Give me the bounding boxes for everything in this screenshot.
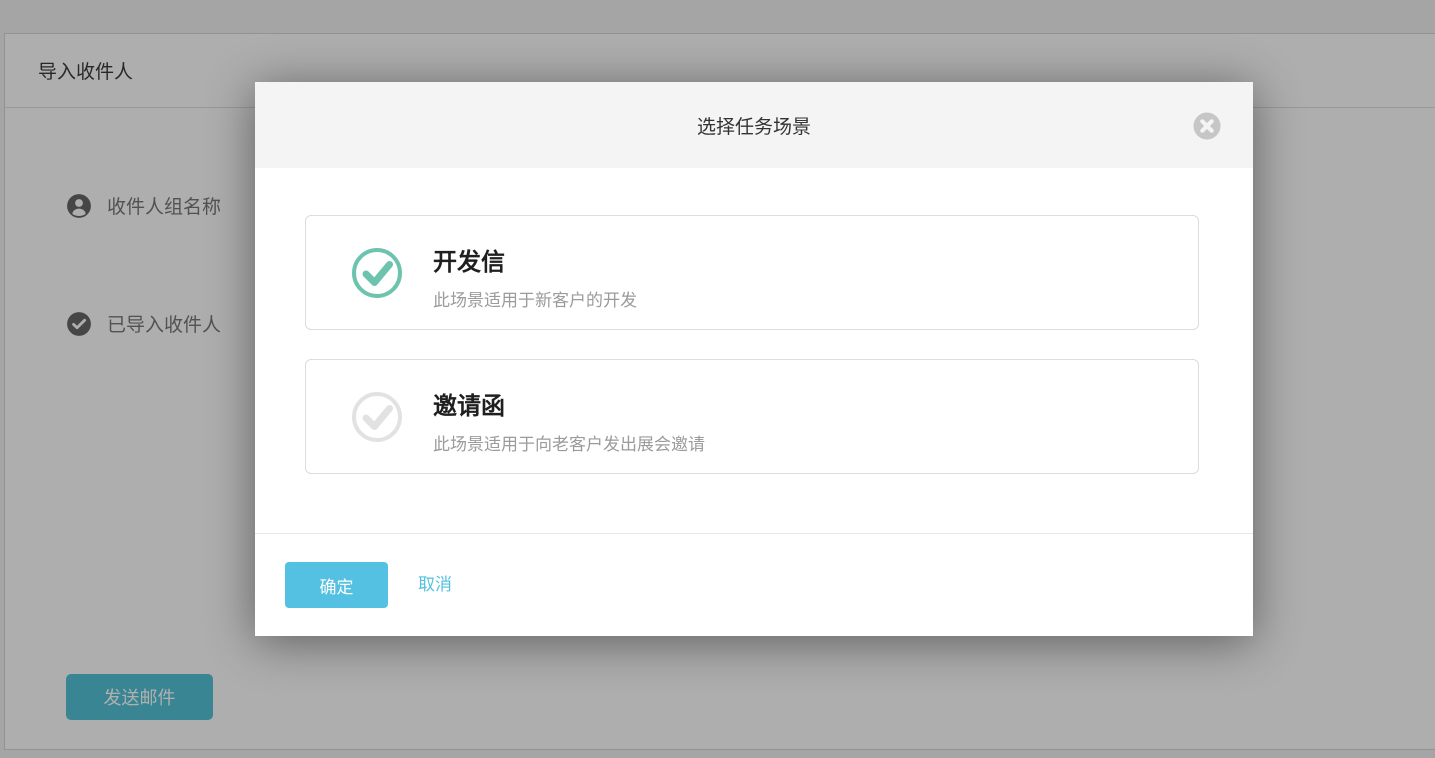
select-task-scene-dialog: 选择任务场景 开发信 此场景适用于新客户的开发 bbox=[255, 82, 1253, 636]
option-title: 邀请函 bbox=[433, 386, 705, 421]
dialog-header: 选择任务场景 bbox=[255, 82, 1253, 168]
dialog-footer: 确定 取消 bbox=[255, 533, 1253, 636]
option-card-invitation-letter[interactable]: 邀请函 此场景适用于向老客户发出展会邀请 bbox=[305, 359, 1199, 474]
cancel-button[interactable]: 取消 bbox=[418, 562, 452, 608]
dialog-title: 选择任务场景 bbox=[697, 112, 811, 139]
option-description: 此场景适用于新客户的开发 bbox=[433, 286, 637, 311]
dialog-body: 开发信 此场景适用于新客户的开发 邀请函 此场景适用于向老客户发出展会邀请 bbox=[255, 168, 1253, 474]
unselected-check-icon bbox=[351, 391, 403, 443]
option-text: 邀请函 此场景适用于向老客户发出展会邀请 bbox=[433, 386, 705, 455]
close-icon[interactable] bbox=[1192, 111, 1222, 141]
page: 导入收件人 收件人组名称 已导入收件人 发送邮件 bbox=[0, 0, 1435, 758]
selected-check-icon bbox=[351, 247, 403, 299]
option-description: 此场景适用于向老客户发出展会邀请 bbox=[433, 430, 705, 455]
option-title: 开发信 bbox=[433, 242, 637, 277]
confirm-button[interactable]: 确定 bbox=[285, 562, 388, 608]
option-text: 开发信 此场景适用于新客户的开发 bbox=[433, 242, 637, 311]
option-card-development-letter[interactable]: 开发信 此场景适用于新客户的开发 bbox=[305, 215, 1199, 330]
